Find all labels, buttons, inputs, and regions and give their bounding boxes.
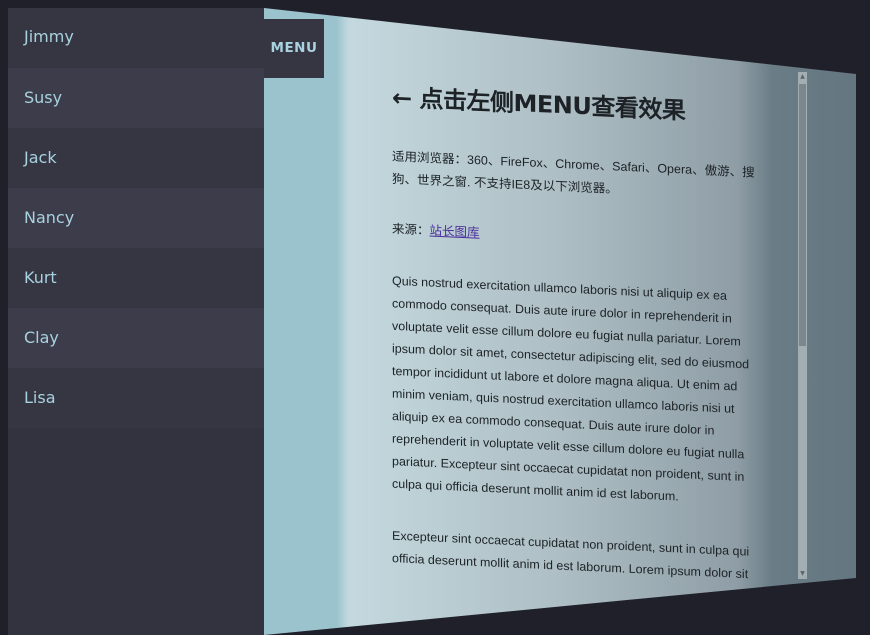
scroll-up-arrow-icon[interactable]: ▲ — [799, 74, 806, 80]
side-menu: Jimmy Susy Jack Nancy Kurt Clay Lisa — [8, 8, 264, 635]
sidebar-item-jack[interactable]: Jack — [8, 128, 264, 188]
scroll-down-arrow-icon[interactable]: ▼ — [799, 571, 806, 577]
sidebar-item-kurt[interactable]: Kurt — [8, 248, 264, 308]
supported-browsers-text: 适用浏览器：360、FireFox、Chrome、Safari、Opera、傲游… — [392, 149, 755, 196]
sidebar-item-susy[interactable]: Susy — [8, 68, 264, 128]
page-scrollbar[interactable]: ▲ ▼ — [798, 72, 807, 579]
rotated-page[interactable]: ← 点击左侧MENU查看效果 适用浏览器：360、FireFox、Chrome、… — [264, 8, 856, 635]
sidebar-item-jimmy[interactable]: Jimmy — [8, 8, 264, 68]
source-label: 来源： — [392, 222, 430, 238]
source-link[interactable]: 站长图库 — [430, 224, 480, 240]
lorem-paragraph-2: Excepteur sint occaecat cupidatat non pr… — [392, 528, 750, 582]
scrollbar-thumb[interactable] — [799, 84, 806, 346]
menu-button[interactable]: MENU — [264, 19, 324, 78]
sidebar-item-nancy[interactable]: Nancy — [8, 188, 264, 248]
page-container: ← 点击左侧MENU查看效果 适用浏览器：360、FireFox、Chrome、… — [264, 0, 870, 635]
page-title: ← 点击左侧MENU查看效果 — [392, 83, 686, 125]
app-stage: Jimmy Susy Jack Nancy Kurt Clay Lisa ← 点… — [0, 0, 870, 635]
lorem-paragraph-1: Quis nostrud exercitation ullamco labori… — [392, 274, 750, 504]
source-line: 来源：站长图库 — [392, 218, 764, 257]
page-content: ← 点击左侧MENU查看效果 适用浏览器：360、FireFox、Chrome、… — [392, 78, 764, 616]
sidebar-item-lisa[interactable]: Lisa — [8, 368, 264, 428]
sidebar-item-clay[interactable]: Clay — [8, 308, 264, 368]
